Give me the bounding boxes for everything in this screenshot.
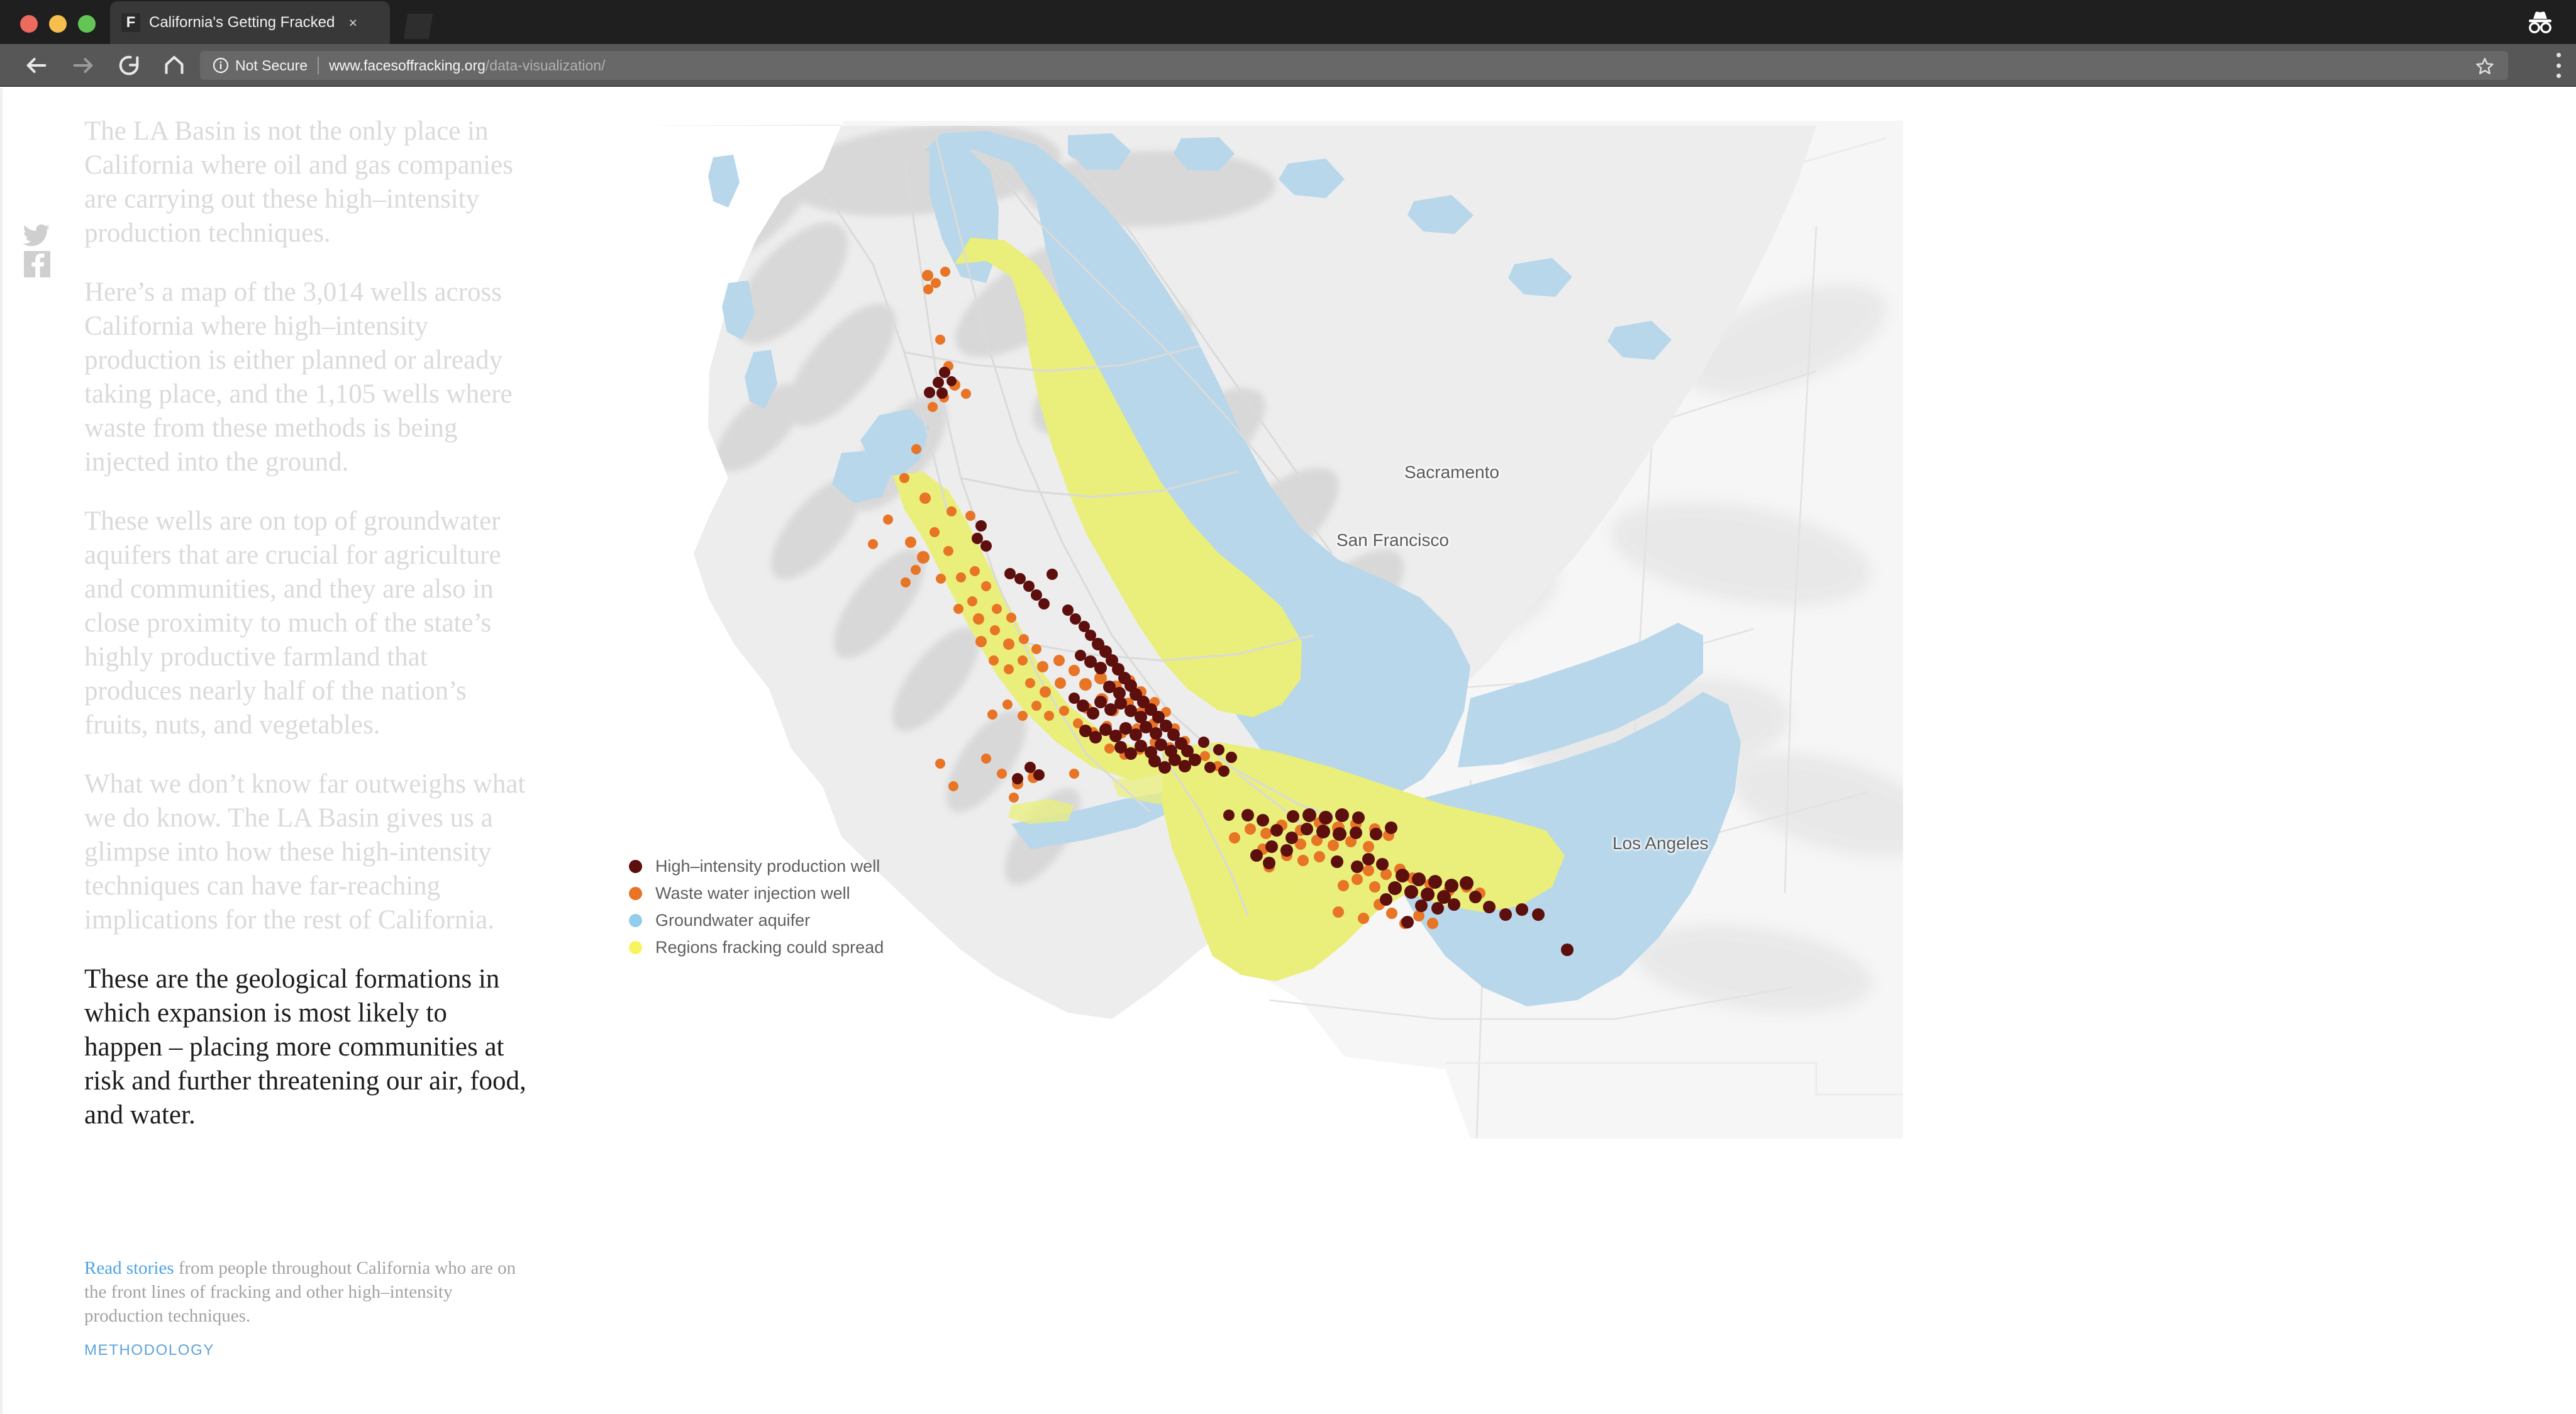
story-paragraph: What we don’t know far outweighs what we… (84, 769, 526, 935)
story-paragraph: The LA Basin is not the only place in Ca… (84, 116, 513, 248)
forward-arrow-icon[interactable] (70, 53, 96, 78)
story-text-column: and cancer. The LA Basin is not the only… (84, 88, 531, 1157)
city-label-san-francisco: San Francisco (1336, 530, 1449, 550)
tab-title: California's Getting Fracked (149, 14, 335, 31)
browser-titlebar: F California's Getting Fracked × (0, 0, 2576, 44)
page-viewport: and cancer. The LA Basin is not the only… (0, 88, 2576, 1414)
incognito-icon (2529, 11, 2551, 33)
url-host: www.facesoffracking.org (329, 57, 486, 74)
url-text: www.facesoffracking.org/data-visualizati… (329, 57, 605, 74)
facebook-icon[interactable] (23, 250, 52, 279)
minimize-window-button[interactable] (49, 15, 67, 33)
info-circle-icon[interactable] (213, 57, 229, 74)
story-paragraph: These wells are on top of groundwater aq… (84, 506, 501, 740)
legend-swatch-groundwater-aquifer (629, 914, 642, 927)
star-icon[interactable] (2475, 57, 2494, 75)
read-stories-link[interactable]: Read stories (84, 1258, 174, 1278)
story-paragraph-active: These are the geological formations in w… (84, 964, 526, 1130)
back-arrow-icon[interactable] (24, 53, 49, 78)
methodology-link[interactable]: METHODOLOGY (84, 1342, 214, 1359)
legend-item: Groundwater aquifer (629, 907, 884, 934)
security-status-label: Not Secure (235, 57, 308, 74)
legend-item: High–intensity production well (629, 853, 884, 880)
legend-item: Regions fracking could spread (629, 934, 884, 961)
california-fracking-map[interactable]: Sacramento San Francisco Los Angeles (634, 88, 1903, 1138)
city-label-sacramento: Sacramento (1404, 462, 1499, 482)
three-dot-menu-icon[interactable] (2555, 53, 2562, 78)
legend-label: High–intensity production well (655, 857, 880, 876)
legend-label: Waste water injection well (655, 884, 850, 903)
browser-window: F California's Getting Fracked × Not Sec… (0, 0, 2576, 1414)
url-path: /data-visualization/ (485, 57, 606, 74)
window-controls (20, 15, 96, 33)
browser-toolbar: Not Secure www.facesoffracking.org/data-… (0, 44, 2576, 87)
map-canvas (634, 88, 1903, 1138)
new-tab-button[interactable] (403, 14, 433, 39)
maximize-window-button[interactable] (78, 15, 96, 33)
legend-swatch-waste-water-well (629, 887, 642, 900)
story-paragraph: Here’s a map of the 3,014 wells across C… (84, 277, 513, 477)
legend-label: Regions fracking could spread (655, 938, 884, 957)
browser-tab[interactable]: F California's Getting Fracked × (110, 1, 390, 44)
reload-icon[interactable] (116, 53, 142, 78)
map-legend: High–intensity production well Waste wat… (629, 853, 884, 961)
legend-label: Groundwater aquifer (655, 911, 811, 930)
legend-swatch-high-intensity-well (629, 860, 642, 873)
home-icon[interactable] (162, 53, 187, 78)
city-label-los-angeles: Los Angeles (1613, 833, 1709, 853)
twitter-icon[interactable] (23, 220, 52, 248)
close-tab-icon[interactable]: × (345, 14, 361, 31)
omnibox-divider (318, 57, 319, 74)
clipped-previous-paragraph: and cancer. (84, 88, 531, 93)
favicon-icon: F (121, 13, 140, 32)
address-bar[interactable]: Not Secure www.facesoffracking.org/data-… (200, 51, 2508, 80)
credit-paragraph: Read stories from people throughout Cali… (84, 1256, 525, 1328)
left-scrollbar-sliver[interactable] (0, 88, 3, 1414)
legend-swatch-spread-region (629, 941, 642, 954)
close-window-button[interactable] (20, 15, 38, 33)
legend-item: Waste water injection well (629, 880, 884, 907)
